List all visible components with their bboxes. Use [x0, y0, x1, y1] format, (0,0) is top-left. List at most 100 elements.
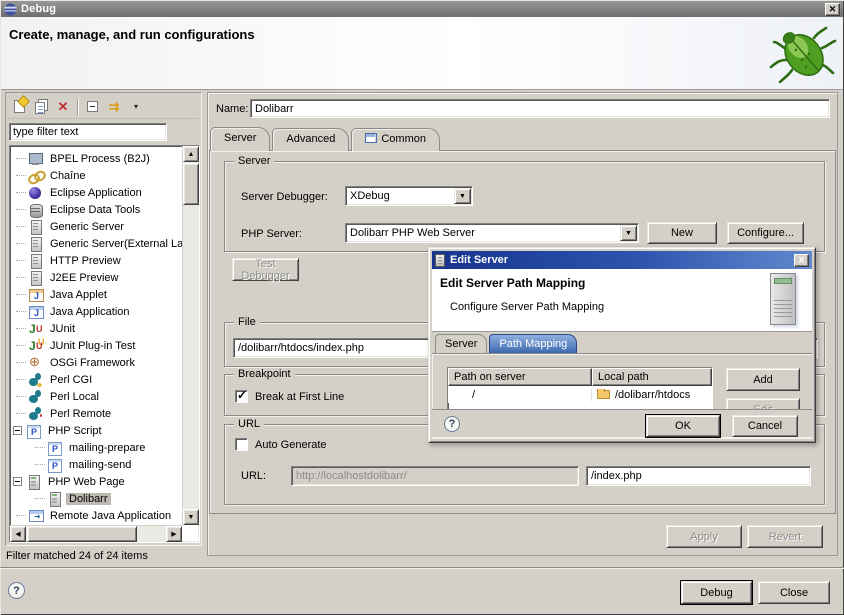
revert-button[interactable]: Revert	[747, 525, 823, 548]
dialog-close-button[interactable]: X	[794, 254, 809, 267]
tree-item-osgi-framework[interactable]: OSGi Framework	[11, 354, 182, 371]
php-server-icon	[47, 492, 63, 506]
bug-icon	[766, 20, 838, 88]
dialog-tab-path-mapping[interactable]: Path Mapping	[489, 334, 577, 353]
toolbar-menu-caret-icon[interactable]: ▾	[125, 97, 147, 117]
duplicate-configuration-icon[interactable]	[30, 97, 52, 117]
junit-icon	[28, 322, 44, 336]
tree-item-remote-java-application[interactable]: Remote Java Application	[11, 507, 182, 524]
server-debugger-select[interactable]: XDebug ▼	[345, 186, 473, 206]
tree-item-generic-server-external[interactable]: Generic Server(External La	[11, 235, 182, 252]
dialog-header: Edit Server Path Mapping Configure Serve…	[432, 269, 812, 332]
filter-input[interactable]	[9, 123, 167, 141]
breakpoint-group-legend: Breakpoint	[234, 368, 295, 380]
tree-item-junit-plugin-test[interactable]: JUnit Plug-in Test	[11, 337, 182, 354]
database-icon	[28, 203, 44, 217]
tree-item-perl-remote[interactable]: Perl Remote	[11, 405, 182, 422]
tree-item-php-script[interactable]: PHP Script	[11, 422, 182, 439]
tree-item-bpel-process[interactable]: BPEL Process (B2J)	[11, 150, 182, 167]
tree-item-http-preview[interactable]: HTTP Preview	[11, 252, 182, 269]
filter-icon[interactable]: ⇉	[103, 97, 125, 117]
tree-item-java-applet[interactable]: Java Applet	[11, 286, 182, 303]
name-input[interactable]	[250, 99, 830, 118]
cancel-button[interactable]: Cancel	[732, 415, 798, 437]
ok-button[interactable]: OK	[646, 415, 720, 437]
php-server-select[interactable]: Dolibarr PHP Web Server ▼	[345, 223, 639, 243]
server-icon	[28, 237, 44, 251]
server-debugger-label: Server Debugger:	[241, 191, 328, 203]
column-header-path-on-server[interactable]: Path on server	[448, 368, 592, 386]
tree-item-php-web-page[interactable]: PHP Web Page	[11, 473, 182, 490]
folder-icon	[597, 390, 610, 399]
banner-title: Create, manage, and run configurations	[9, 27, 255, 42]
help-icon[interactable]: ?	[444, 416, 460, 432]
tree-item-eclipse-data-tools[interactable]: Eclipse Data Tools	[11, 201, 182, 218]
dialog-tab-server[interactable]: Server	[435, 334, 487, 353]
tree-vertical-scrollbar[interactable]: ▲ ▼	[182, 146, 199, 525]
tree-item-chaine[interactable]: Chaîne	[11, 167, 182, 184]
column-header-local-path[interactable]: Local path	[592, 368, 712, 386]
tree-item-dolibarr[interactable]: Dolibarr	[11, 490, 182, 507]
footer-separator	[0, 567, 844, 569]
server-group: Server Server Debugger: XDebug ▼ PHP Ser…	[224, 161, 825, 252]
collapse-toggle-icon[interactable]	[13, 426, 22, 435]
tree-item-j2ee-preview[interactable]: J2EE Preview	[11, 269, 182, 286]
window-titlebar[interactable]: Debug ✕	[1, 1, 843, 17]
configure-server-button[interactable]: Configure...	[727, 222, 804, 244]
file-group-legend: File	[234, 316, 260, 328]
junit-plugin-icon	[28, 339, 44, 353]
dialog-titlebar[interactable]: Edit Server X	[432, 251, 812, 269]
dialog-title: Edit Server	[450, 254, 508, 266]
url-path-input[interactable]	[586, 466, 811, 486]
auto-generate-label: Auto Generate	[255, 439, 327, 451]
filter-status-text: Filter matched 24 of 24 items	[6, 550, 148, 562]
close-button[interactable]: Close	[758, 581, 830, 604]
server-icon	[28, 254, 44, 268]
tree-item-perl-local[interactable]: Perl Local	[11, 388, 182, 405]
tree-item-mailing-prepare[interactable]: mailing-prepare	[11, 439, 182, 456]
new-server-button[interactable]: New	[647, 222, 717, 244]
scroll-thumb[interactable]	[27, 526, 137, 542]
debug-configurations-window: Debug ✕ Create, manage, and run configur…	[0, 0, 844, 615]
dialog-tabs: Server Path Mapping	[432, 334, 579, 353]
help-icon[interactable]: ?	[8, 582, 25, 599]
chevron-down-icon[interactable]: ▼	[620, 225, 637, 241]
scroll-thumb[interactable]	[183, 163, 199, 205]
tab-server[interactable]: Server	[210, 127, 270, 151]
debug-button[interactable]: Debug	[681, 581, 752, 604]
server-icon	[28, 220, 44, 234]
camel-icon	[28, 390, 44, 404]
tree-item-generic-server[interactable]: Generic Server	[11, 218, 182, 235]
break-at-first-line-checkbox[interactable]	[235, 390, 248, 403]
remote-java-icon	[28, 509, 44, 523]
tree-item-junit[interactable]: JUnit	[11, 320, 182, 337]
tree-item-perl-cgi[interactable]: Perl CGI	[11, 371, 182, 388]
php-icon	[47, 458, 63, 472]
tab-common[interactable]: Common	[351, 128, 440, 151]
scroll-up-icon[interactable]: ▲	[183, 146, 199, 162]
tree-item-mailing-send[interactable]: mailing-send	[11, 456, 182, 473]
scroll-left-icon[interactable]: ◀	[10, 526, 26, 542]
eclipse-sphere-icon	[28, 186, 44, 200]
table-row[interactable]: / /dolibarr/htdocs	[448, 386, 712, 403]
test-debugger-button[interactable]: Test Debugger	[232, 258, 299, 281]
tree-item-eclipse-application[interactable]: Eclipse Application	[11, 184, 182, 201]
path-mapping-table[interactable]: Path on server Local path / /dolibarr/ht…	[447, 367, 713, 411]
add-mapping-button[interactable]: Add	[726, 368, 800, 391]
chevron-down-icon[interactable]: ▼	[454, 188, 471, 204]
scroll-right-icon[interactable]: ▶	[166, 526, 182, 542]
url-group-legend: URL	[234, 418, 264, 430]
new-configuration-icon[interactable]	[8, 97, 30, 117]
auto-generate-checkbox[interactable]	[235, 438, 248, 451]
collapse-all-icon[interactable]	[81, 97, 103, 117]
applet-icon	[28, 288, 44, 302]
tree-horizontal-scrollbar[interactable]: ◀ ▶	[10, 525, 182, 542]
tree-item-java-application[interactable]: Java Application	[11, 303, 182, 320]
delete-configuration-icon[interactable]: ✕	[52, 97, 74, 117]
apply-button[interactable]: Apply	[666, 525, 742, 548]
scroll-down-icon[interactable]: ▼	[183, 509, 199, 525]
path-on-server-cell: /	[448, 389, 592, 401]
window-close-button[interactable]: ✕	[825, 3, 840, 16]
collapse-toggle-icon[interactable]	[13, 477, 22, 486]
tab-advanced[interactable]: Advanced	[272, 128, 349, 151]
